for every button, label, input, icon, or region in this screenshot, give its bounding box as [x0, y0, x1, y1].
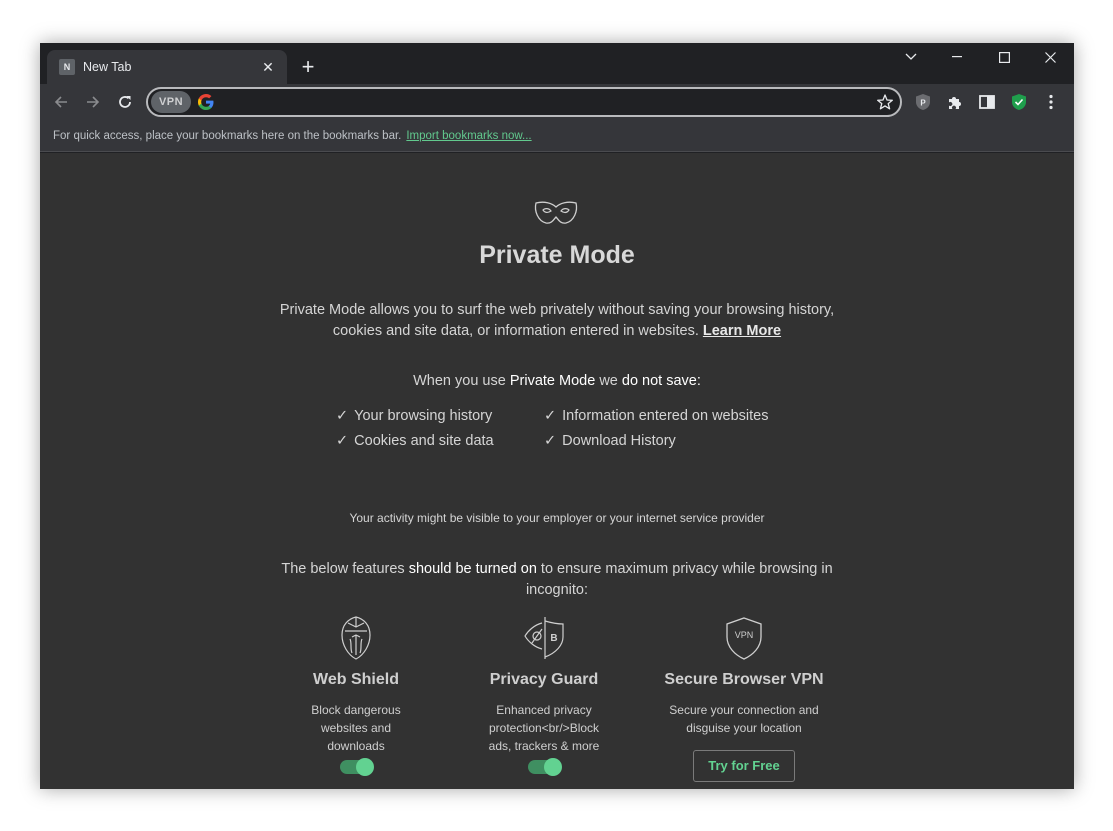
toolbar: VPN P: [40, 84, 1074, 120]
private-mode-page: Private Mode Private Mode allows you to …: [40, 153, 1074, 789]
kebab-menu-icon: [1049, 94, 1053, 110]
import-bookmarks-link[interactable]: Import bookmarks now...: [406, 130, 531, 142]
feature-web-shield: Web Shield Block dangerous websites and …: [271, 615, 441, 776]
side-panel-icon: [979, 95, 995, 109]
vpn-button[interactable]: VPN: [151, 91, 191, 113]
feature-title: Web Shield: [313, 671, 399, 688]
forward-button[interactable]: [80, 89, 106, 115]
web-shield-icon: [341, 616, 371, 660]
bookmarks-hint: For quick access, place your bookmarks h…: [53, 129, 402, 142]
chevron-down-icon: [905, 53, 917, 60]
toggle-knob: [356, 758, 374, 776]
activity-notice: Your activity might be visible to your e…: [349, 511, 765, 525]
browser-window: N New Tab ✕ + VPN P For quick access, pl…: [40, 43, 1074, 789]
list-item: ✓ Your browsing history: [336, 408, 493, 424]
tab-new-tab[interactable]: N New Tab ✕: [47, 50, 287, 84]
minimize-icon: [952, 56, 962, 58]
list-item: ✓ Cookies and site data: [336, 433, 494, 449]
security-extension-button[interactable]: [1009, 92, 1029, 112]
tab-favicon-icon: N: [59, 59, 75, 75]
privacy-extension-button[interactable]: P: [913, 92, 933, 112]
close-window-button[interactable]: [1027, 43, 1073, 71]
shield-p-icon: P: [916, 94, 930, 110]
omnibox-input[interactable]: [222, 92, 862, 112]
check-icon: ✓: [336, 408, 349, 424]
puzzle-icon: [949, 97, 961, 109]
try-for-free-button[interactable]: Try for Free: [693, 750, 795, 782]
feature-description: Secure your connection and disguise your…: [669, 703, 819, 735]
back-button[interactable]: [48, 89, 74, 115]
reload-button[interactable]: [112, 89, 138, 115]
close-icon: [1044, 51, 1056, 63]
feature-title: Privacy Guard: [489, 671, 599, 688]
google-icon: [198, 94, 214, 110]
mask-icon: [534, 201, 578, 224]
below-prefix: The below features: [281, 561, 405, 577]
learn-more-link[interactable]: Learn More: [703, 323, 781, 339]
tab-strip: N New Tab ✕ +: [40, 43, 1074, 84]
svg-text:VPN: VPN: [735, 630, 754, 640]
tab-close-icon[interactable]: ✕: [259, 58, 277, 76]
below-suffix: to ensure maximum privacy while browsing…: [525, 561, 833, 598]
svg-text:P: P: [920, 99, 926, 108]
check-icon: ✓: [544, 433, 557, 449]
when-prefix: When you use: [413, 373, 506, 389]
privacy-guard-icon: B: [524, 617, 564, 659]
not-saved-heading: When you use Private Mode we do not save…: [40, 373, 1074, 389]
side-panel-button[interactable]: [977, 92, 997, 112]
when-mid: we: [599, 373, 618, 389]
feature-privacy-guard: B Privacy Guard Enhanced privacy protect…: [459, 615, 629, 776]
address-bar[interactable]: VPN: [146, 87, 902, 117]
feature-description: Block dangerous websites and downloads: [311, 703, 401, 753]
when-private-mode: Private Mode: [509, 373, 596, 389]
vpn-label: VPN: [158, 96, 184, 108]
svg-text:B: B: [550, 633, 557, 644]
tab-search-button[interactable]: [888, 43, 934, 71]
vpn-shield-icon: VPN: [726, 617, 762, 660]
web-shield-toggle[interactable]: [340, 758, 374, 776]
page-description: Private Mode allows you to surf the web …: [257, 300, 857, 342]
tab-title: New Tab: [83, 60, 132, 74]
feature-description: Enhanced privacy protection<br/>Block ad…: [488, 703, 600, 753]
maximize-button[interactable]: [981, 43, 1027, 71]
list-item: ✓ Information entered on websites: [544, 408, 769, 424]
minimize-button[interactable]: [934, 43, 980, 71]
star-icon[interactable]: [876, 93, 894, 111]
below-bold: should be turned on: [408, 561, 537, 577]
feature-title: Secure Browser VPN: [664, 671, 824, 688]
arrow-left-icon: [54, 96, 67, 108]
toggle-knob: [544, 758, 562, 776]
menu-button[interactable]: [1041, 92, 1061, 112]
maximize-icon: [998, 51, 1010, 63]
check-icon: ✓: [336, 433, 349, 449]
privacy-guard-toggle[interactable]: [528, 758, 562, 776]
when-do-not-save: do not save:: [621, 373, 701, 389]
page-title: Private Mode: [479, 241, 635, 269]
shield-check-icon: [1012, 94, 1026, 110]
features-intro: The below features should be turned on t…: [277, 559, 837, 601]
check-icon: ✓: [544, 408, 557, 424]
arrow-right-icon: [87, 96, 100, 108]
reload-icon: [119, 96, 131, 108]
new-tab-button[interactable]: +: [296, 56, 320, 80]
extensions-button[interactable]: [945, 92, 965, 112]
list-item: ✓ Download History: [544, 433, 676, 449]
feature-secure-browser-vpn: VPN Secure Browser VPN Secure your conne…: [659, 615, 829, 782]
bookmarks-bar: For quick access, place your bookmarks h…: [40, 120, 1074, 152]
